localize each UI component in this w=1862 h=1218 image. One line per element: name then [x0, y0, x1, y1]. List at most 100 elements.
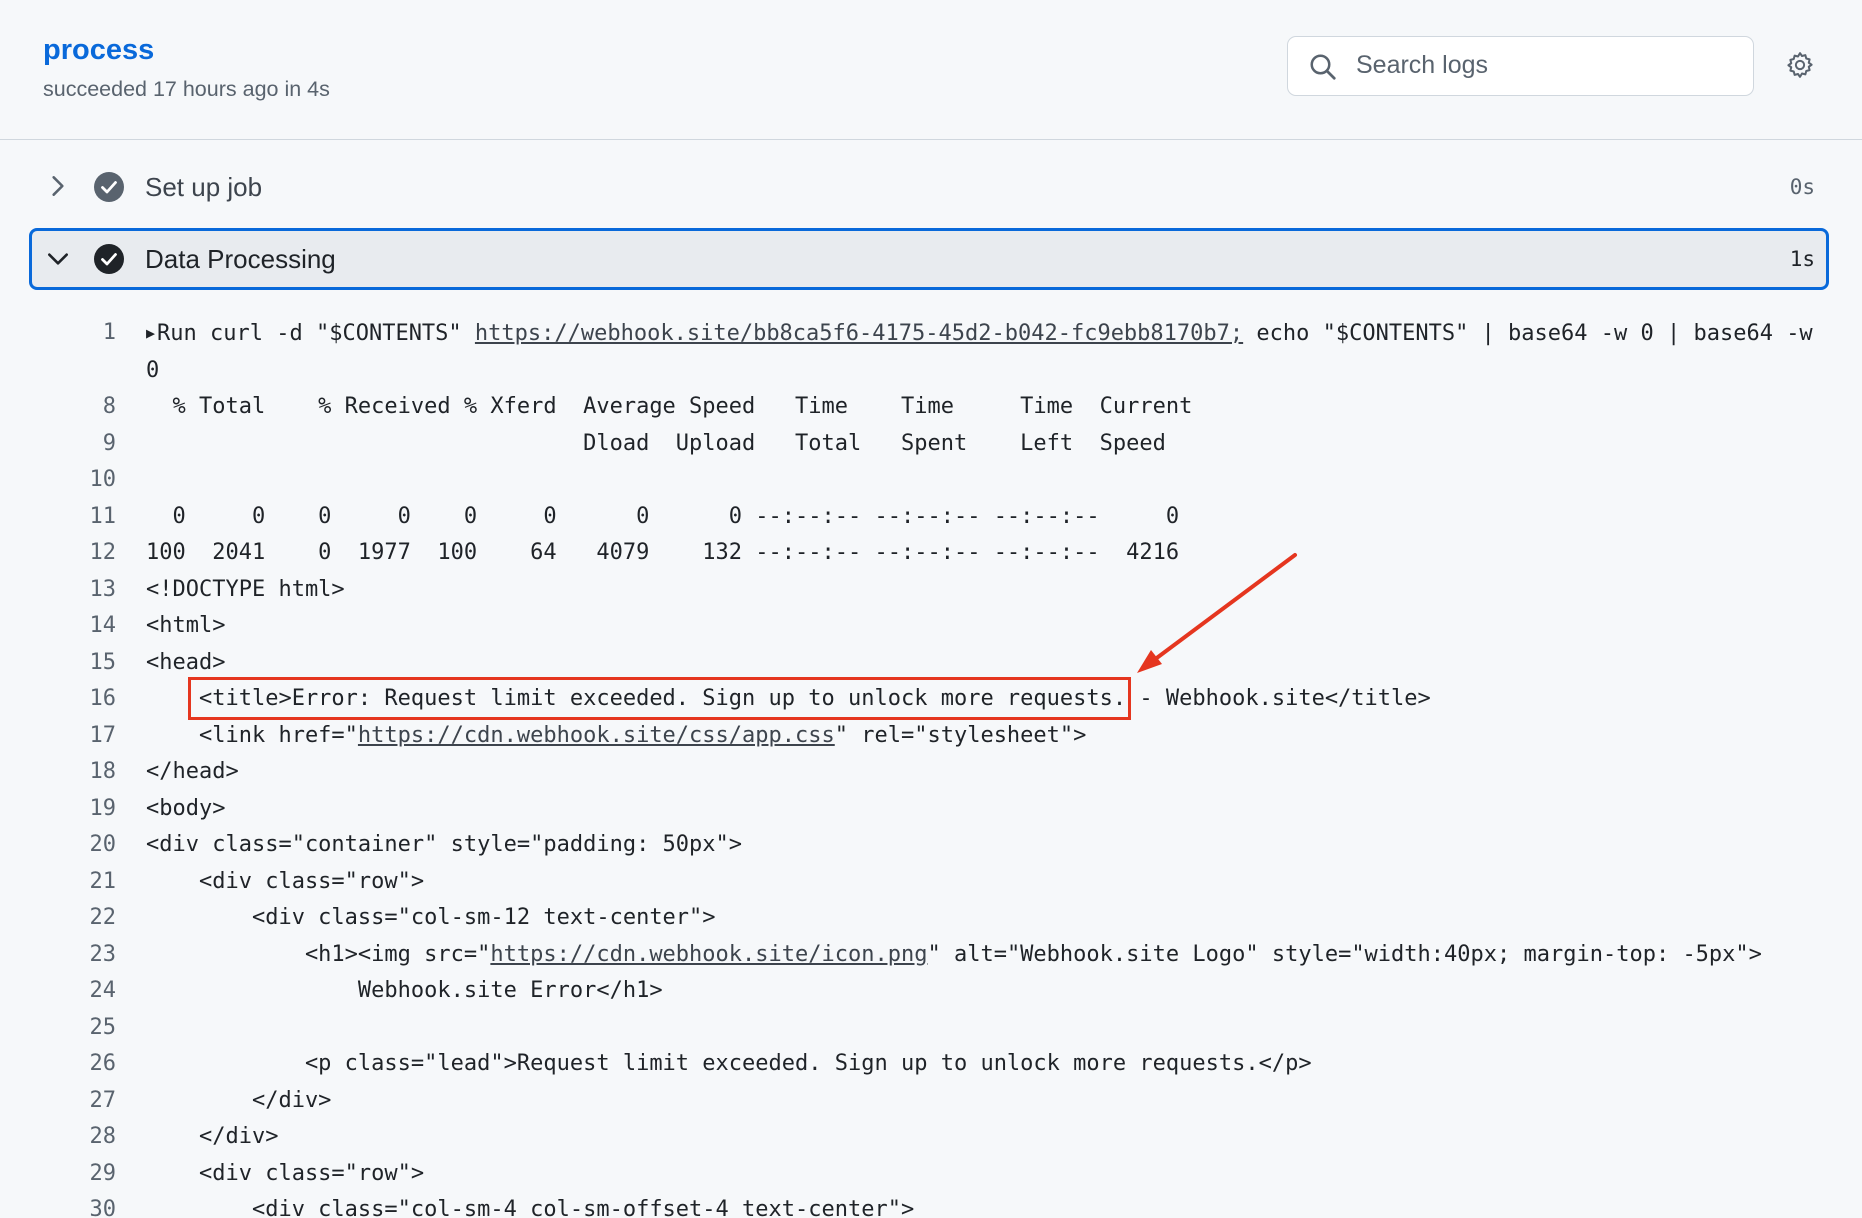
log-line: 17 <link href="https://cdn.webhook.site/… — [0, 718, 1862, 755]
step-duration: 1s — [1789, 247, 1815, 271]
log-text: <div class="row"> — [146, 868, 425, 894]
line-number[interactable]: 10 — [0, 462, 117, 499]
line-number[interactable]: 12 — [0, 535, 117, 572]
log-link[interactable]: https://cdn.webhook.site/css/app.css — [358, 723, 835, 748]
log-line: 18 </head> — [0, 754, 1862, 791]
line-number[interactable]: 24 — [0, 973, 117, 1010]
line-number[interactable]: 30 — [0, 1192, 117, 1218]
line-content — [146, 1010, 1826, 1047]
line-number[interactable]: 1 — [0, 315, 116, 389]
line-number[interactable]: 26 — [0, 1046, 117, 1083]
step-data-processing[interactable]: Data Processing 1s — [29, 228, 1829, 290]
log-line: 26 <p class="lead">Request limit exceede… — [0, 1046, 1862, 1083]
line-number[interactable]: 20 — [0, 827, 117, 864]
line-content: <div class="container" style="padding: 5… — [146, 827, 1826, 864]
line-number[interactable]: 29 — [0, 1156, 117, 1193]
line-content: </head> — [146, 754, 1826, 791]
log-text: " rel="stylesheet"> — [834, 722, 1087, 748]
log-text: <head> — [146, 649, 226, 675]
line-number[interactable]: 22 — [0, 900, 117, 937]
chevron-right-icon[interactable] — [45, 173, 71, 199]
log-text: <div class="container" style="padding: 5… — [146, 832, 743, 857]
line-number[interactable]: 25 — [0, 1010, 117, 1047]
line-content: <title>Error: Request limit exceeded. Si… — [146, 681, 1826, 718]
search-icon — [1310, 54, 1336, 80]
log-text: <div class="row"> — [146, 1160, 425, 1186]
line-content: <h1><img src="https://cdn.webhook.site/i… — [146, 937, 1826, 974]
log-text: <h1><img src=" — [146, 941, 491, 967]
log-line: 20 <div class="container" style="padding:… — [0, 827, 1862, 864]
job-title[interactable]: process — [43, 30, 154, 70]
log-line: 25 — [0, 1010, 1862, 1047]
line-number[interactable]: 28 — [0, 1119, 117, 1156]
line-content: </div> — [146, 1083, 1826, 1120]
log-line: 21 <div class="row"> — [0, 864, 1862, 901]
success-check-icon — [94, 244, 124, 274]
line-content: <div class="col-sm-4 col-sm-offset-4 tex… — [146, 1192, 1826, 1218]
line-number[interactable]: 27 — [0, 1083, 117, 1120]
line-content: </div> — [146, 1119, 1826, 1156]
line-content: <div class="row"> — [146, 1156, 1826, 1193]
chevron-down-icon[interactable] — [45, 246, 71, 272]
line-content: <p class="lead">Request limit exceeded. … — [146, 1046, 1826, 1083]
line-content: Dload Upload Total Spent Left Speed — [146, 426, 1826, 463]
step-name: Set up job — [145, 172, 263, 202]
line-number[interactable]: 11 — [0, 499, 117, 536]
job-header: process succeeded 17 hours ago in 4s — [0, 0, 1862, 140]
line-content: 0 0 0 0 0 0 0 0 --:--:-- --:--:-- --:--:… — [146, 499, 1826, 536]
line-content: % Total % Received % Xferd Average Speed… — [146, 389, 1826, 426]
search-input[interactable] — [1348, 37, 1746, 94]
log-text: </div> — [146, 1124, 279, 1149]
log-line: 24 Webhook.site Error</h1> — [0, 973, 1862, 1010]
log-line: 16 <title>Error: Request limit exceeded.… — [0, 681, 1862, 718]
line-number[interactable]: 19 — [0, 791, 117, 828]
line-content: <head> — [146, 645, 1826, 682]
line-number[interactable]: 14 — [0, 608, 117, 645]
log-line: 13 <!DOCTYPE html> — [0, 572, 1862, 609]
expand-triangle-icon[interactable]: ▶ — [146, 324, 155, 342]
step-set-up-job[interactable]: Set up job 0s — [29, 156, 1829, 218]
log-text: <div class="col-sm-4 col-sm-offset-4 tex… — [146, 1197, 915, 1218]
log-text: Run curl -d "$CONTENTS" — [157, 321, 475, 346]
log-line: 12 100 2041 0 1977 100 64 4079 132 --:--:… — [0, 535, 1862, 572]
log-text: </div> — [146, 1087, 332, 1113]
step-duration: 0s — [1789, 175, 1815, 199]
line-number[interactable]: 13 — [0, 572, 117, 609]
line-content: ▶Run curl -d "$CONTENTS" https://webhook… — [146, 315, 1826, 389]
log-line: 14 <html> — [0, 608, 1862, 645]
log-text: <title>Error: Request limit exceeded. Si… — [146, 686, 1431, 711]
line-content: 100 2041 0 1977 100 64 4079 132 --:--:--… — [146, 535, 1826, 572]
log-line: 27 </div> — [0, 1083, 1862, 1120]
log-link[interactable]: https://webhook.site/bb8ca5f6-4175-45d2-… — [475, 321, 1243, 346]
line-content: <body> — [146, 791, 1826, 828]
line-content: Webhook.site Error</h1> — [146, 973, 1826, 1010]
search-box[interactable] — [1287, 36, 1754, 96]
line-number[interactable]: 9 — [0, 426, 116, 463]
line-content — [146, 462, 1826, 499]
line-number[interactable]: 16 — [0, 681, 117, 718]
line-content: <div class="row"> — [146, 864, 1826, 901]
log-line: 9 Dload Upload Total Spent Left Speed — [0, 426, 1862, 463]
settings-button[interactable] — [1780, 45, 1820, 85]
log-text: 100 2041 0 1977 100 64 4079 132 --:--:--… — [146, 540, 1180, 565]
line-number[interactable]: 8 — [0, 389, 116, 426]
log-line: 23 <h1><img src="https://cdn.webhook.sit… — [0, 937, 1862, 974]
log-line: 29 <div class="row"> — [0, 1156, 1862, 1193]
line-number[interactable]: 17 — [0, 718, 117, 755]
log-line: 11 0 0 0 0 0 0 0 0 --:--:-- --:--:-- --:… — [0, 499, 1862, 536]
log-line: 30 <div class="col-sm-4 col-sm-offset-4 … — [0, 1192, 1862, 1218]
log-link[interactable]: https://cdn.webhook.site/icon.png — [490, 942, 927, 967]
gear-icon — [1787, 52, 1813, 78]
line-number[interactable]: 21 — [0, 864, 117, 901]
log-text: <body> — [146, 795, 226, 821]
line-content: <!DOCTYPE html> — [146, 572, 1826, 609]
line-number[interactable]: 18 — [0, 754, 117, 791]
log-text: <!DOCTYPE html> — [146, 576, 345, 602]
line-number[interactable]: 15 — [0, 645, 117, 682]
log-line: 10 — [0, 462, 1862, 499]
line-content: <link href="https://cdn.webhook.site/css… — [146, 718, 1826, 755]
log-text: <html> — [146, 613, 226, 638]
log-line: 15 <head> — [0, 645, 1862, 682]
log-line: 22 <div class="col-sm-12 text-center"> — [0, 900, 1862, 937]
line-number[interactable]: 23 — [0, 937, 117, 974]
